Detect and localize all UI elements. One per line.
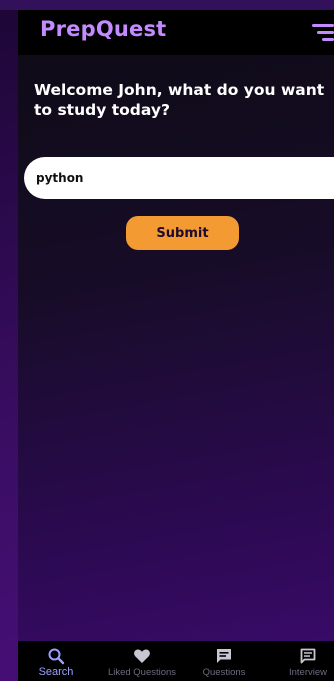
- top-strip: [0, 0, 334, 10]
- message-square-icon: [299, 647, 317, 665]
- tab-label: Interview: [288, 667, 327, 678]
- welcome-heading: Welcome John, what do you want to study …: [34, 81, 325, 119]
- chat-bubble-icon: [215, 647, 233, 665]
- search-icon: [47, 647, 65, 665]
- bottom-tab-bar: Search Liked Questions Questions Intervi…: [18, 641, 334, 681]
- submit-button[interactable]: Submit: [126, 216, 239, 250]
- tab-questions[interactable]: Questions: [196, 641, 252, 681]
- tab-interview[interactable]: Interview: [280, 641, 334, 681]
- tab-search[interactable]: Search: [32, 641, 80, 681]
- outer-background: PrepQuest Welcome John, what do you want…: [0, 0, 334, 681]
- tab-liked-questions[interactable]: Liked Questions: [104, 641, 180, 681]
- tab-label: Search: [38, 666, 74, 678]
- heart-icon: [133, 647, 151, 665]
- tab-label: Liked Questions: [107, 667, 177, 678]
- app-screen: PrepQuest Welcome John, what do you want…: [18, 10, 334, 681]
- tab-label: Questions: [202, 667, 246, 678]
- hamburger-menu-icon[interactable]: [312, 24, 334, 42]
- app-header: PrepQuest: [18, 10, 334, 55]
- app-title: PrepQuest: [40, 17, 167, 41]
- study-topic-input[interactable]: [24, 157, 334, 199]
